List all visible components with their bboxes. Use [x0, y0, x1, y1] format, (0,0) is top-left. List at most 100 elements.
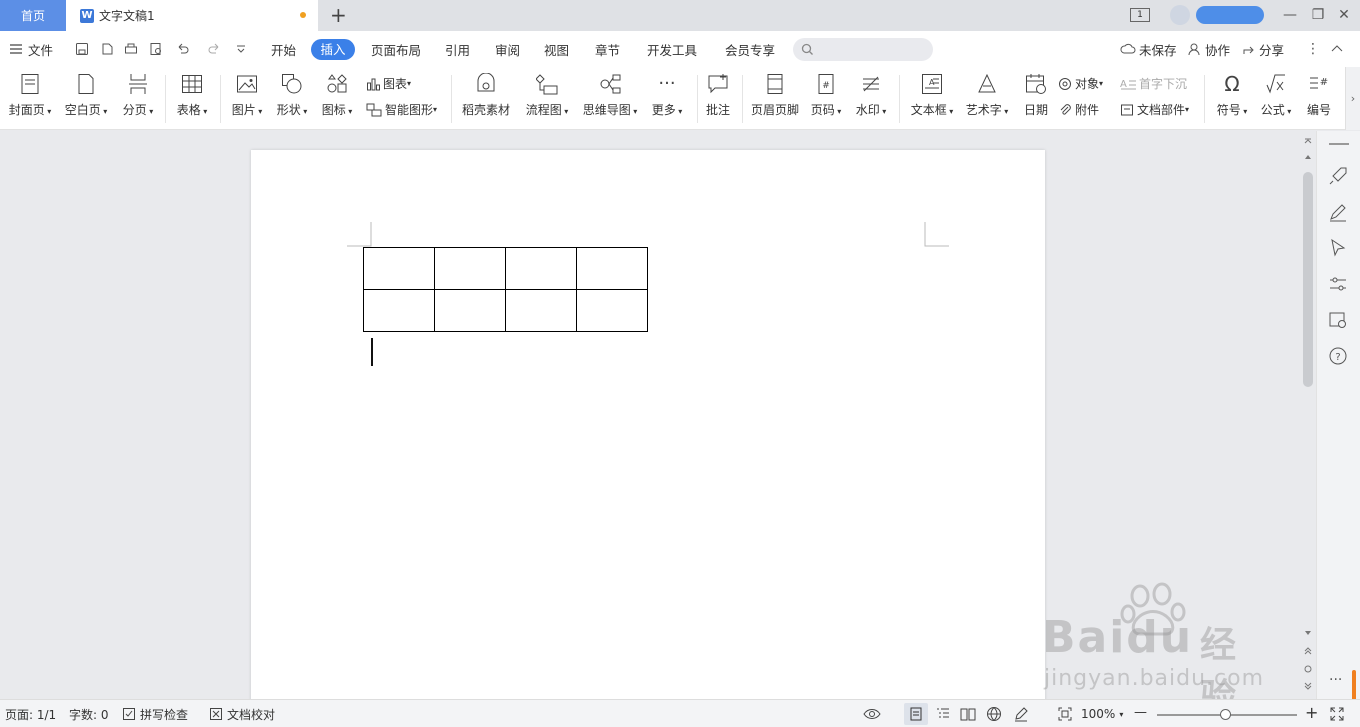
page-break-button[interactable]: 分页 ▾	[108, 67, 168, 130]
blank-page-button[interactable]: 空白页 ▾	[56, 67, 116, 130]
search-input[interactable]	[793, 38, 933, 61]
page-count[interactable]: 页面: 1/1	[5, 700, 56, 727]
window-badge-icon[interactable]: 1	[1130, 8, 1150, 22]
spell-check-label: 拼写检查	[140, 707, 189, 722]
document-page[interactable]	[251, 150, 1045, 710]
next-page-icon[interactable]	[1303, 681, 1313, 691]
print-icon[interactable]	[124, 42, 138, 56]
collaborate-button[interactable]: 协作	[1188, 31, 1230, 67]
menu-chapter[interactable]: 章节	[595, 31, 620, 67]
customize-toolbar-icon[interactable]	[235, 43, 247, 55]
account-button[interactable]	[1196, 6, 1264, 24]
avatar[interactable]	[1170, 5, 1190, 25]
comment-button[interactable]: 批注	[688, 67, 748, 130]
ribbon-scroll-right-icon[interactable]: ›	[1345, 67, 1360, 130]
menu-reference[interactable]: 引用	[445, 31, 470, 67]
table-cell[interactable]	[363, 289, 435, 332]
flowchart-button[interactable]: 流程图 ▾	[517, 67, 577, 130]
outline-view-icon[interactable]	[936, 707, 950, 721]
undo-icon[interactable]	[175, 42, 189, 56]
menu-vip[interactable]: 会员专享	[725, 31, 775, 67]
file-menu-label: 文件	[28, 42, 54, 58]
doc-parts-button[interactable]: 文档部件 ▾	[1120, 101, 1189, 118]
table-button[interactable]: 表格 ▾	[162, 67, 222, 130]
close-button[interactable]: ✕	[1334, 5, 1354, 25]
word-count[interactable]: 字数: 0	[69, 700, 109, 727]
icon-library-button[interactable]: 图标 ▾	[307, 67, 367, 130]
table-cell[interactable]	[505, 289, 577, 332]
dropcap-button[interactable]: A 首字下沉	[1120, 75, 1187, 92]
collapse-ribbon-icon[interactable]	[1330, 43, 1344, 53]
scroll-up-icon[interactable]	[1303, 153, 1313, 161]
minimize-button[interactable]: —	[1280, 5, 1300, 25]
table-cell[interactable]	[434, 247, 506, 290]
menu-layout[interactable]: 页面布局	[371, 31, 421, 67]
menu-start[interactable]: 开始	[271, 31, 296, 67]
watermark-button[interactable]: 水印 ▾	[841, 67, 901, 130]
menu-view[interactable]: 视图	[544, 31, 569, 67]
web-view-icon[interactable]	[986, 706, 1002, 722]
write-mode-icon[interactable]	[1013, 706, 1029, 722]
scroll-top-icon[interactable]	[1303, 137, 1313, 145]
textbox-button[interactable]: A 文本框 ▾	[902, 67, 962, 130]
word-count-label: 字数: 0	[69, 707, 109, 722]
share-button[interactable]: 分享	[1242, 31, 1284, 67]
table-cell[interactable]	[434, 289, 506, 332]
rocket-icon[interactable]	[1327, 165, 1349, 187]
save-icon[interactable]	[75, 42, 89, 56]
export-pdf-icon[interactable]	[100, 42, 114, 56]
spell-check-button[interactable]: 拼写检查	[122, 700, 188, 727]
previous-page-icon[interactable]	[1303, 646, 1313, 656]
tab-document[interactable]: W 文字文稿1	[66, 0, 318, 31]
smartart-button[interactable]: 智能图形 ▾	[366, 101, 437, 118]
reading-view-icon[interactable]	[960, 707, 976, 721]
material-label: 稻壳素材	[461, 103, 510, 117]
panel-more-icon[interactable]: ···	[1329, 672, 1342, 688]
zoom-in-button[interactable]: +	[1305, 703, 1318, 722]
fullscreen-icon[interactable]	[1330, 707, 1344, 721]
more-options-icon[interactable]: ⋮	[1306, 41, 1320, 57]
select-browse-object-icon[interactable]	[1303, 664, 1313, 674]
select-cursor-icon[interactable]	[1327, 237, 1349, 259]
unsaved-button[interactable]: 未保存	[1120, 31, 1177, 67]
file-menu[interactable]: 文件	[9, 31, 53, 67]
doc-proof-button[interactable]: 文档校对	[209, 700, 275, 727]
scrollbar-thumb[interactable]	[1303, 172, 1313, 387]
zoom-slider-thumb[interactable]	[1220, 709, 1231, 720]
image-tools-icon[interactable]	[1327, 309, 1349, 331]
table-cell[interactable]	[576, 247, 648, 290]
page-view-button[interactable]	[904, 703, 928, 725]
menu-insert[interactable]: 插入	[311, 39, 355, 60]
new-tab-button[interactable]: +	[330, 3, 347, 27]
numbering-button[interactable]: # 编号	[1289, 67, 1349, 130]
tab-home[interactable]: 首页	[0, 0, 66, 31]
attachment-button[interactable]: 附件	[1058, 101, 1099, 118]
date-button[interactable]: 日期	[1006, 67, 1066, 130]
redo-icon[interactable]	[208, 42, 222, 56]
menu-developer[interactable]: 开发工具	[647, 31, 697, 67]
table-cell[interactable]	[576, 289, 648, 332]
table-cell[interactable]	[363, 247, 435, 290]
page-number-icon: #	[818, 74, 834, 94]
help-icon[interactable]: ?	[1327, 345, 1349, 367]
print-preview-icon[interactable]	[149, 42, 163, 56]
menu-review[interactable]: 审阅	[495, 31, 520, 67]
material-button[interactable]: 稻壳素材	[456, 67, 516, 130]
tab-home-label: 首页	[20, 9, 45, 23]
document-table[interactable]	[363, 247, 648, 332]
chart-button[interactable]: 图表 ▾	[366, 75, 411, 92]
omega-symbol-icon: Ω	[1224, 73, 1239, 95]
fit-width-icon[interactable]	[1058, 707, 1072, 721]
object-button[interactable]: 对象 ▾	[1058, 75, 1103, 92]
mindmap-button[interactable]: 思维导图 ▾	[580, 67, 640, 130]
restore-button[interactable]: ❐	[1308, 5, 1328, 25]
table-cell[interactable]	[505, 247, 577, 290]
eye-protection-icon[interactable]	[863, 707, 881, 721]
adjust-sliders-icon[interactable]	[1327, 273, 1349, 295]
zoom-level[interactable]: 100% ▾	[1081, 700, 1123, 727]
doc-parts-label: 文档部件	[1137, 103, 1186, 117]
cover-page-button[interactable]: 封面页 ▾	[0, 67, 60, 130]
zoom-out-button[interactable]: —	[1134, 705, 1147, 720]
pen-edit-icon[interactable]	[1327, 201, 1349, 223]
scroll-down-icon[interactable]	[1303, 629, 1313, 637]
